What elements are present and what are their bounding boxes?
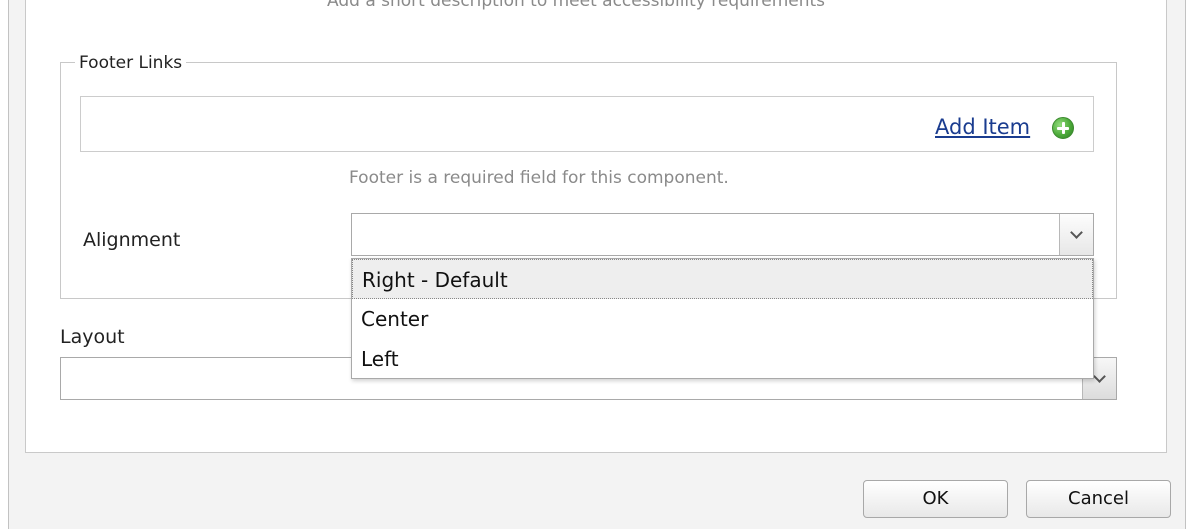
alignment-option-right-default[interactable]: Right - Default [352,259,1093,299]
description-helper-text: Add a short description to meet accessib… [327,0,826,11]
add-item-link[interactable]: Add Item [935,115,1030,139]
cancel-button[interactable]: Cancel [1026,480,1171,518]
layout-label: Layout [60,326,125,348]
plus-circle-icon[interactable] [1052,117,1074,139]
alignment-select[interactable] [351,213,1094,256]
alignment-options-list: Right - Default Center Left [351,258,1094,379]
alignment-option-left[interactable]: Left [352,339,1093,379]
ok-button[interactable]: OK [863,480,1008,518]
chevron-down-icon [1070,226,1083,239]
footer-links-legend: Footer Links [75,53,187,73]
chevron-down-icon [1093,370,1106,383]
footer-required-message: Footer is a required field for this comp… [349,168,729,188]
alignment-label: Alignment [83,229,181,251]
alignment-option-center[interactable]: Center [352,299,1093,339]
alignment-dropdown-button[interactable] [1059,214,1093,255]
